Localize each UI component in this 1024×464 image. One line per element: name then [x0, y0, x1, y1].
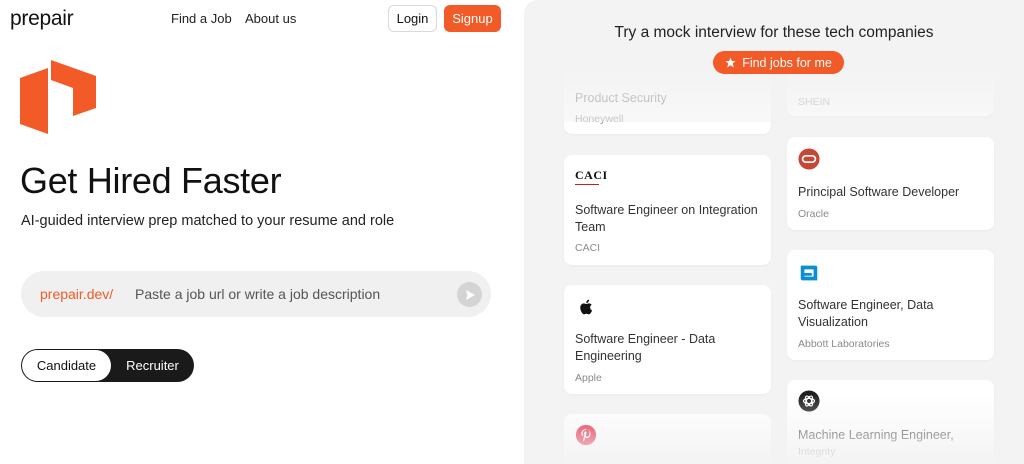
oracle-icon — [798, 148, 820, 170]
job-title: Software Engineer, Data Visualization — [798, 298, 934, 329]
openai-icon — [798, 390, 820, 412]
job-title: Software Engineer - Data Engineering — [575, 332, 716, 363]
job-company: SHEIN — [798, 96, 831, 108]
toggle-candidate[interactable]: Candidate — [22, 350, 111, 381]
top-nav: prepair Find a Job About us Login Signup — [0, 0, 524, 38]
caci-logo: CACI — [575, 168, 607, 190]
panel-title-overlay: Try a mock interview for these tech comp… — [614, 24, 934, 41]
search-url-prefix: prepair.dev/ — [40, 286, 114, 302]
job-card-oracle[interactable]: Principal Software Developer Oracle — [787, 137, 994, 230]
job-company: Abbott Laboratories — [798, 338, 890, 350]
job-showcase-panel: Try a mock interview for these tech comp… — [524, 0, 1024, 464]
nav-link-about-us[interactable]: About us — [245, 11, 296, 26]
job-company: Oracle — [798, 208, 829, 220]
nav-link-find-a-job[interactable]: Find a Job — [171, 11, 232, 26]
find-jobs-label: Find jobs for me — [742, 55, 832, 70]
job-title: Machine Learning Engineer, — [798, 428, 954, 442]
job-title: Software Engineer on Integration Team — [575, 203, 758, 234]
logo-text[interactable]: prepair — [10, 7, 74, 31]
star-icon — [725, 57, 736, 68]
job-company: Integrity — [798, 446, 836, 458]
job-company: Apple — [575, 372, 602, 384]
brand-logo-icon — [20, 60, 96, 134]
submit-search-button[interactable] — [457, 282, 482, 307]
abbott-icon — [800, 265, 818, 281]
signup-button[interactable]: Signup — [444, 5, 501, 32]
toggle-recruiter[interactable]: Recruiter — [111, 349, 194, 382]
job-card-apple[interactable]: Software Engineer - Data Engineering App… — [564, 285, 771, 394]
job-title: Product Security — [575, 91, 667, 105]
send-arrow-icon — [465, 289, 475, 300]
job-card-integrity[interactable]: Machine Learning Engineer, Integrity — [787, 380, 994, 464]
job-card-shein[interactable]: SHEIN — [787, 68, 994, 116]
job-card-pinterest[interactable] — [564, 414, 771, 464]
hero-title: Get Hired Faster — [20, 160, 282, 201]
job-company: CACI — [575, 242, 601, 254]
job-card-abbott[interactable]: Software Engineer, Data Visualization Ab… — [787, 250, 994, 360]
hero-subtitle: AI-guided interview prep matched to your… — [21, 213, 395, 229]
pinterest-icon — [575, 424, 597, 446]
job-search-bar: prepair.dev/ — [21, 271, 491, 317]
job-company: Honeywell — [575, 113, 624, 125]
login-button[interactable]: Login — [388, 5, 437, 32]
job-search-input[interactable] — [135, 284, 455, 304]
mode-toggle: Candidate Recruiter — [21, 349, 194, 382]
job-card-honeywell[interactable]: Product Security Honeywell — [564, 68, 771, 134]
job-card-caci[interactable]: CACI Software Engineer on Integration Te… — [564, 155, 771, 265]
job-title: Principal Software Developer — [798, 185, 960, 199]
apple-icon — [580, 299, 593, 315]
find-jobs-button[interactable]: Find jobs for me — [713, 51, 844, 74]
